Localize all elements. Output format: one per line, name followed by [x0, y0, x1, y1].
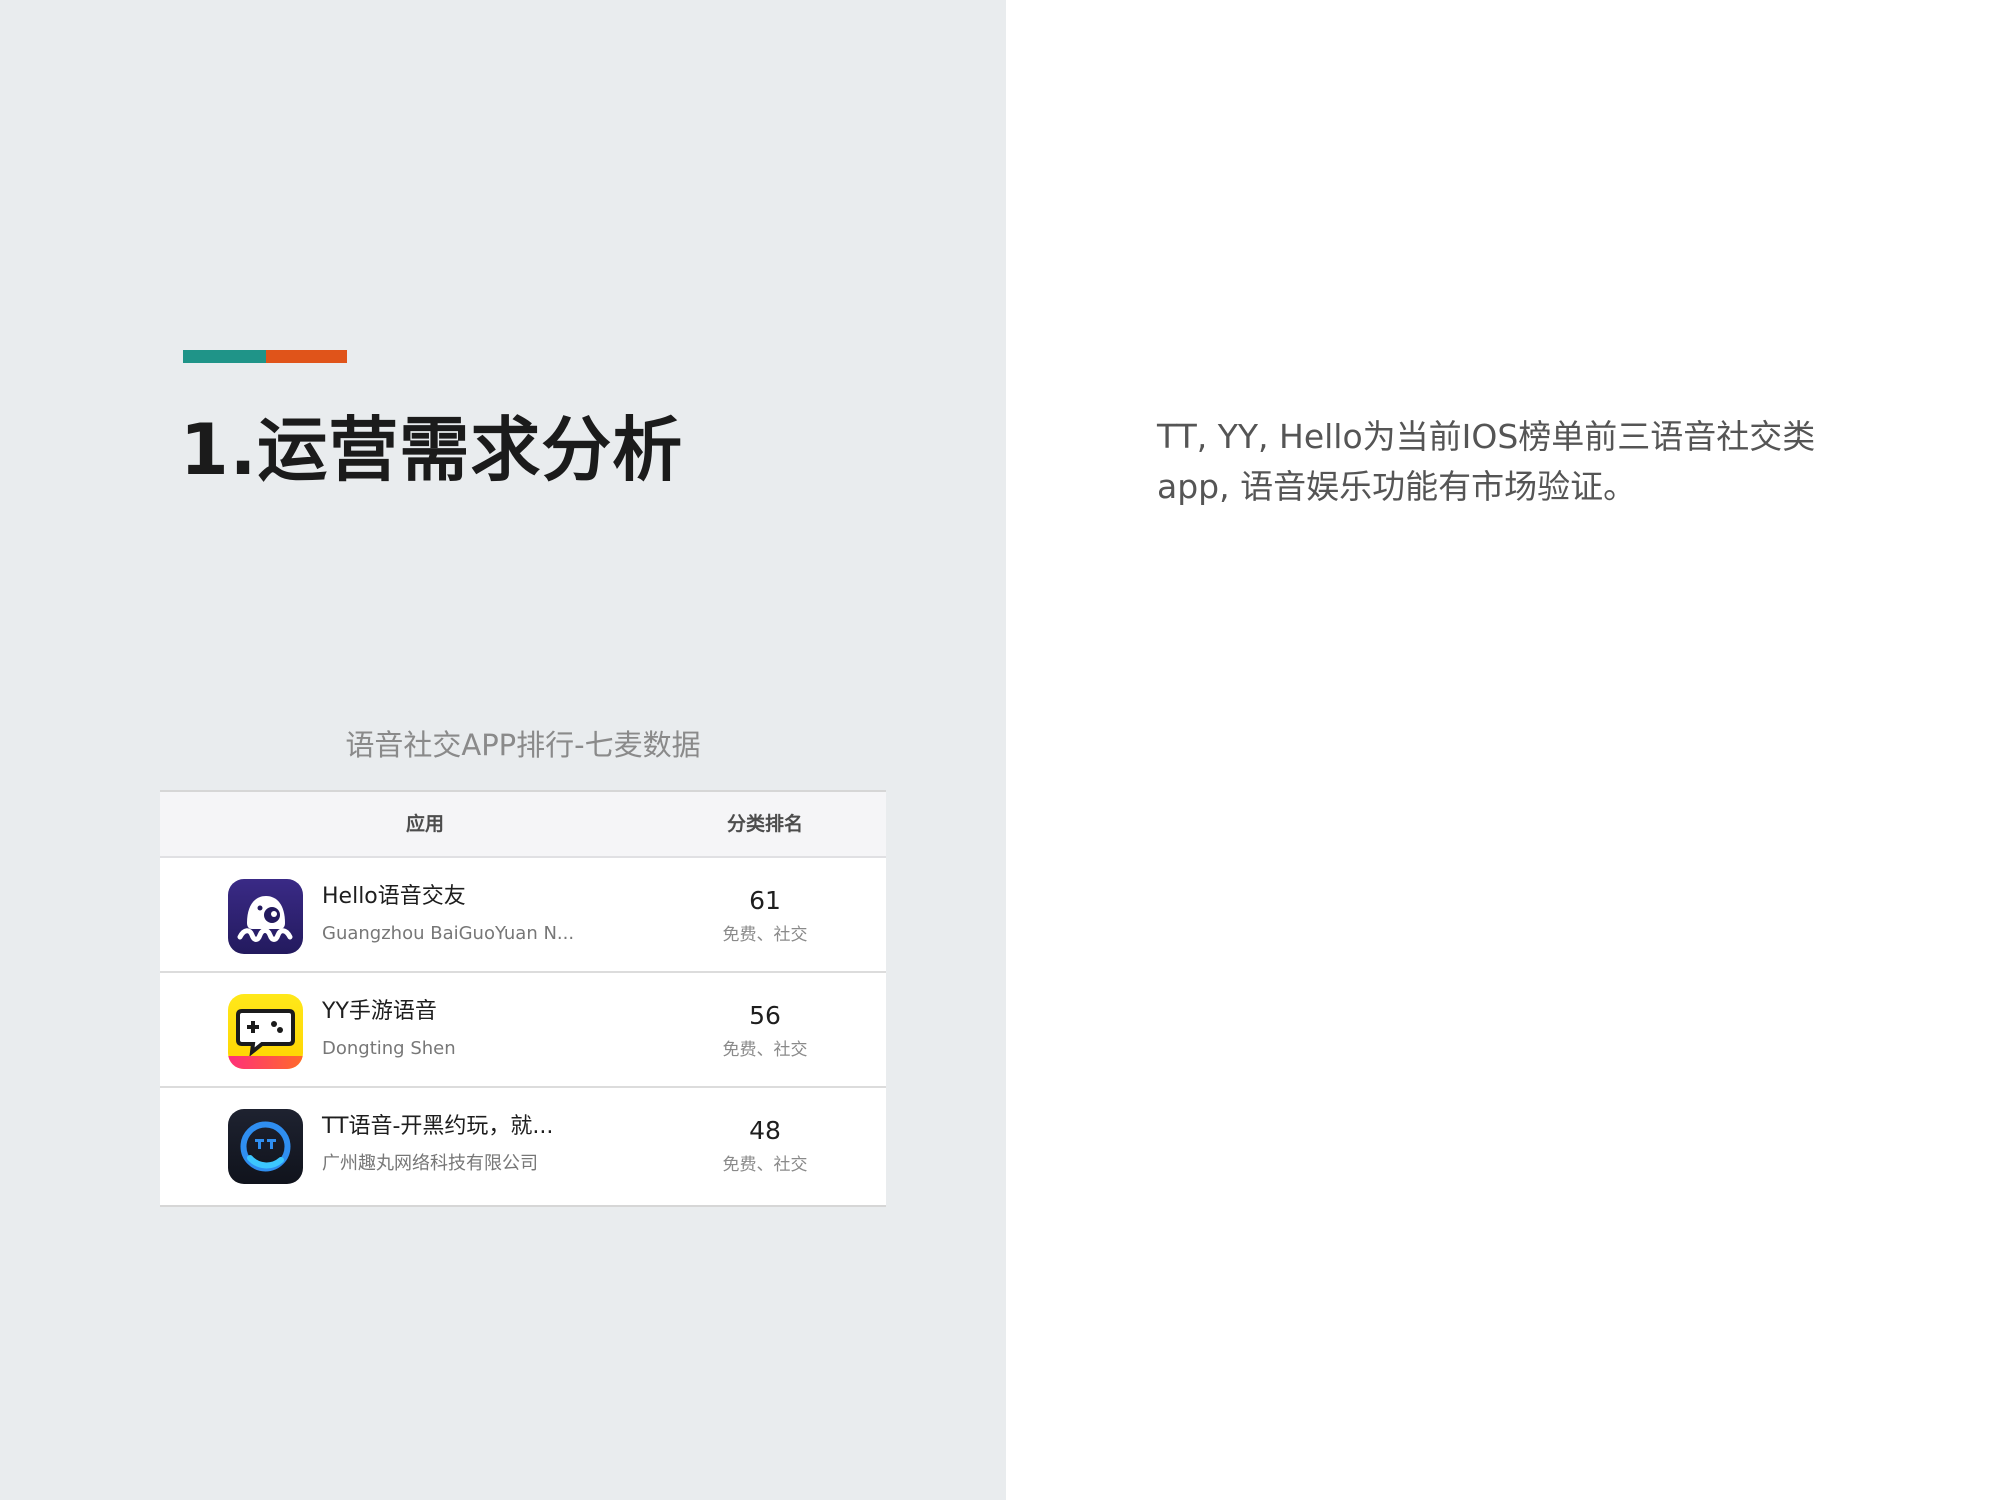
rank-number: 48 — [749, 1116, 781, 1145]
app-developer: 广州趣丸网络科技有限公司 — [322, 1153, 538, 1174]
app-name[interactable]: YY手游语音 — [322, 997, 437, 1027]
rank-number: 56 — [749, 1001, 781, 1030]
yy-gamepad-chat-icon[interactable] — [228, 994, 303, 1069]
description-text: TT, YY, Hello为当前IOS榜单前三语音社交类app, 语音娱乐功能有… — [1157, 417, 1816, 506]
app-developer: Dongting Shen — [322, 1038, 456, 1059]
table-row-hello[interactable]: Hello语音交友 Guangzhou BaiGuoYuan N... 61 免… — [160, 858, 886, 973]
table-row-tt[interactable]: TT语音-开黑约玩，就... 广州趣丸网络科技有限公司 48 免费、社交 — [160, 1088, 886, 1203]
rank-category: 免费、社交 — [722, 1040, 808, 1060]
page-title: 1.运营需求分析 — [180, 409, 684, 491]
app-name[interactable]: TT语音-开黑约玩，就... — [322, 1112, 553, 1142]
hello-octopus-icon[interactable] — [228, 879, 303, 954]
right-panel — [1006, 0, 2000, 1500]
rank-category: 免费、社交 — [722, 925, 808, 945]
accent-bar-orange — [266, 350, 347, 363]
table-row-yy[interactable]: YY手游语音 Dongting Shen 56 免费、社交 — [160, 973, 886, 1088]
column-header-rank: 分类排名 — [726, 813, 803, 835]
tt-face-icon[interactable] — [228, 1109, 303, 1184]
ranking-table: 应用 分类排名 Hello语音交友 Guangzhou BaiGuoYuan N… — [160, 790, 886, 1207]
table-header: 应用 分类排名 — [160, 792, 886, 858]
table-caption: 语音社交APP排行-七麦数据 — [345, 728, 701, 762]
app-name[interactable]: Hello语音交友 — [322, 882, 466, 912]
column-header-app: 应用 — [405, 813, 444, 835]
rank-category: 免费、社交 — [722, 1155, 808, 1175]
accent-bar-teal — [183, 350, 266, 363]
app-developer: Guangzhou BaiGuoYuan N... — [322, 923, 575, 944]
rank-number: 61 — [749, 886, 781, 915]
